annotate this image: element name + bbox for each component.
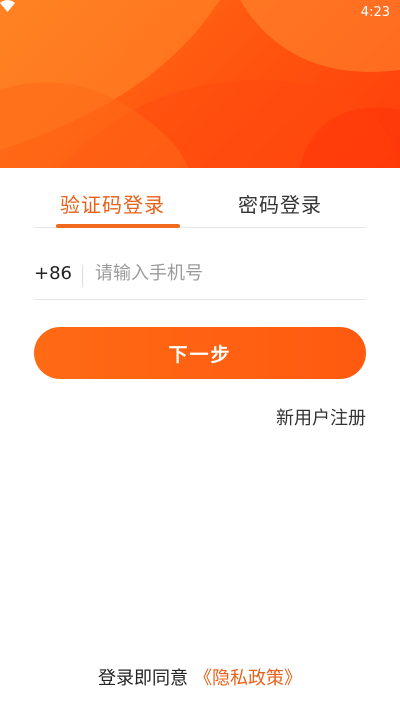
status-time: 4:23	[360, 4, 390, 20]
tab-password-login[interactable]: 密码登录	[238, 192, 322, 218]
phone-input-row: +86	[34, 252, 366, 300]
wifi-icon	[0, 0, 15, 12]
header-banner: 4:23	[0, 0, 400, 168]
country-code[interactable]: +86	[34, 263, 82, 288]
next-step-button[interactable]: 下一步	[34, 327, 366, 379]
agreement-prefix: 登录即同意	[98, 668, 188, 689]
header-background-art	[0, 0, 400, 168]
country-code-divider	[82, 264, 83, 287]
privacy-agreement: 登录即同意 《隐私政策》	[0, 664, 400, 690]
tab-sms-code-login[interactable]: 验证码登录	[60, 192, 165, 218]
status-bar: 4:23	[0, 0, 400, 24]
privacy-policy-link[interactable]: 《隐私政策》	[194, 668, 302, 689]
phone-number-input[interactable]	[95, 263, 366, 288]
active-tab-indicator	[56, 224, 180, 228]
login-tabs: 验证码登录 密码登录	[34, 168, 366, 228]
new-user-register-link[interactable]: 新用户注册	[276, 404, 366, 430]
